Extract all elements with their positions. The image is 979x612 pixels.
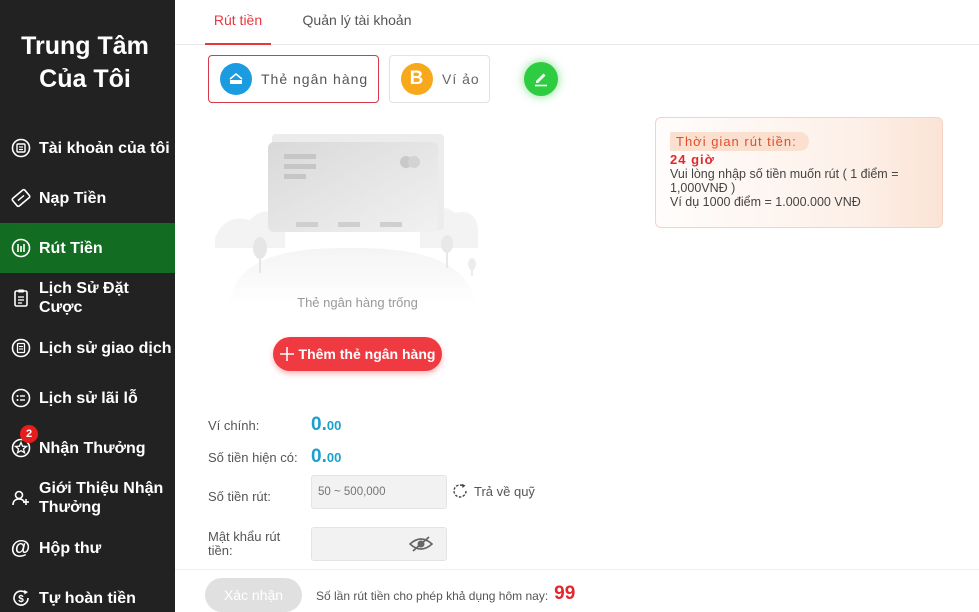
sidebar-item-label: Giới Thiệu Nhận Thưởng <box>39 480 164 516</box>
sidebar-item-bet-history[interactable]: Lịch Sử Đặt Cược <box>0 273 175 323</box>
available-int: 0. <box>311 446 327 467</box>
sidebar-item-my-account[interactable]: Tài khoản của tôi <box>0 123 175 173</box>
method-bank-card[interactable]: Thẻ ngân hàng <box>208 55 379 103</box>
withdraw-icon <box>10 238 31 259</box>
refund-to-wallet-button[interactable]: Trả về quỹ <box>451 482 535 500</box>
available-balance-label: Số tiền hiện có: <box>208 450 298 465</box>
bank-card-icon <box>220 63 252 95</box>
method-label: Ví ảo <box>442 71 480 87</box>
footer-divider <box>175 569 979 570</box>
add-bank-card-button[interactable]: Thêm thẻ ngân hàng <box>273 337 442 371</box>
sidebar-item-label: Tự hoàn tiền <box>39 589 136 607</box>
main-wallet-amount: 0.00 <box>311 414 341 436</box>
remaining-withdrawals: Số lần rút tiền cho phép khả dụng hôm na… <box>316 583 576 605</box>
edit-button[interactable] <box>524 62 558 96</box>
confirm-button[interactable]: Xác nhận <box>205 578 302 612</box>
refresh-icon <box>453 483 467 498</box>
sidebar-item-reward[interactable]: 2 Nhận Thưởng <box>0 423 175 473</box>
method-crypto-wallet[interactable]: B Ví ảo <box>389 55 490 103</box>
profit-loss-icon <box>10 388 31 409</box>
sidebar-item-referral[interactable]: Giới Thiệu Nhận Thưởng <box>0 473 175 523</box>
empty-bank-card-text: Thẻ ngân hàng trống <box>297 295 418 310</box>
referral-icon <box>10 488 31 509</box>
sidebar-item-label: Tài khoản của tôi <box>39 139 170 157</box>
info-title: Thời gian rút tiền: <box>670 132 809 151</box>
deposit-icon <box>10 188 31 209</box>
sidebar-item-label: Hộp thư <box>39 539 102 557</box>
svg-text:$: $ <box>18 594 24 605</box>
tab-account-management[interactable]: Quản lý tài khoản <box>299 0 415 45</box>
sidebar-item-label: Lịch sử lãi lỗ <box>39 389 138 407</box>
bet-history-icon <box>10 288 31 309</box>
cashback-icon: $ <box>10 588 31 609</box>
remaining-count: 99 <box>554 583 576 604</box>
remaining-label: Số lần rút tiền cho phép khả dụng hôm na… <box>316 588 549 603</box>
transaction-history-icon <box>10 338 31 359</box>
sidebar-item-withdraw[interactable]: Rút Tiền <box>0 223 175 273</box>
info-hours: 24 giờ <box>670 152 715 167</box>
withdraw-info-box: Thời gian rút tiền: 24 giờ Vui lòng nhập… <box>655 117 943 228</box>
sidebar-title-line2: Của Tôi <box>39 65 131 93</box>
method-label: Thẻ ngân hàng <box>261 71 369 87</box>
sidebar-item-label: Rút Tiền <box>39 239 103 257</box>
top-tabs: Rút tiền Quản lý tài khoản <box>175 0 979 45</box>
sidebar-item-mail[interactable]: @ Hộp thư <box>0 523 175 573</box>
bitcoin-icon: B <box>401 63 433 95</box>
sidebar-item-label: Nhận Thưởng <box>39 439 146 457</box>
main-wallet-label: Ví chính: <box>208 418 260 433</box>
withdraw-password-label: Mật khẩu rút tiền: <box>208 529 281 558</box>
available-balance-amount: 0.00 <box>311 446 341 468</box>
main-wallet-int: 0. <box>311 414 327 435</box>
eye-hidden-icon[interactable] <box>409 535 433 553</box>
sidebar-title: Trung Tâm Của Tôi <box>0 30 170 96</box>
account-icon <box>10 138 31 159</box>
main-wallet-dec: 00 <box>326 418 342 433</box>
available-dec: 00 <box>326 450 342 465</box>
withdraw-amount-input[interactable] <box>311 475 447 509</box>
add-bank-card-label: Thêm thẻ ngân hàng <box>298 346 436 362</box>
plus-icon <box>279 347 294 361</box>
sidebar-nav: Tài khoản của tôi Nạp Tiền Rút Tiền Lịch… <box>0 123 175 612</box>
empty-bank-card-illustration <box>215 134 478 308</box>
sidebar: Trung Tâm Của Tôi Tài khoản của tôi Nạp … <box>0 0 175 612</box>
sidebar-item-profit-loss[interactable]: Lịch sử lãi lỗ <box>0 373 175 423</box>
sidebar-item-label: Lịch sử giao dịch <box>39 339 172 357</box>
info-rate-text: Vui lòng nhập số tiền muốn rút ( 1 điểm … <box>670 167 899 195</box>
sidebar-item-cashback[interactable]: $ Tự hoàn tiền <box>0 573 175 612</box>
tab-withdraw[interactable]: Rút tiền <box>205 0 271 45</box>
app-root: Trung Tâm Của Tôi Tài khoản của tôi Nạp … <box>0 0 979 612</box>
refund-label: Trả về quỹ <box>474 483 535 499</box>
sidebar-item-label: Nạp Tiền <box>39 189 107 207</box>
withdraw-amount-label: Số tiền rút: <box>208 489 271 504</box>
sidebar-item-transaction-history[interactable]: Lịch sử giao dịch <box>0 323 175 373</box>
mail-icon: @ <box>10 537 31 559</box>
info-example-text: Ví dụ 1000 điểm = 1.000.000 VNĐ <box>670 195 861 209</box>
sidebar-item-deposit[interactable]: Nạp Tiền <box>0 173 175 223</box>
pencil-icon <box>535 73 547 87</box>
sidebar-item-label: Lịch Sử Đặt Cược <box>39 280 129 316</box>
reward-badge: 2 <box>20 425 38 443</box>
sidebar-title-line1: Trung Tâm <box>21 32 149 60</box>
